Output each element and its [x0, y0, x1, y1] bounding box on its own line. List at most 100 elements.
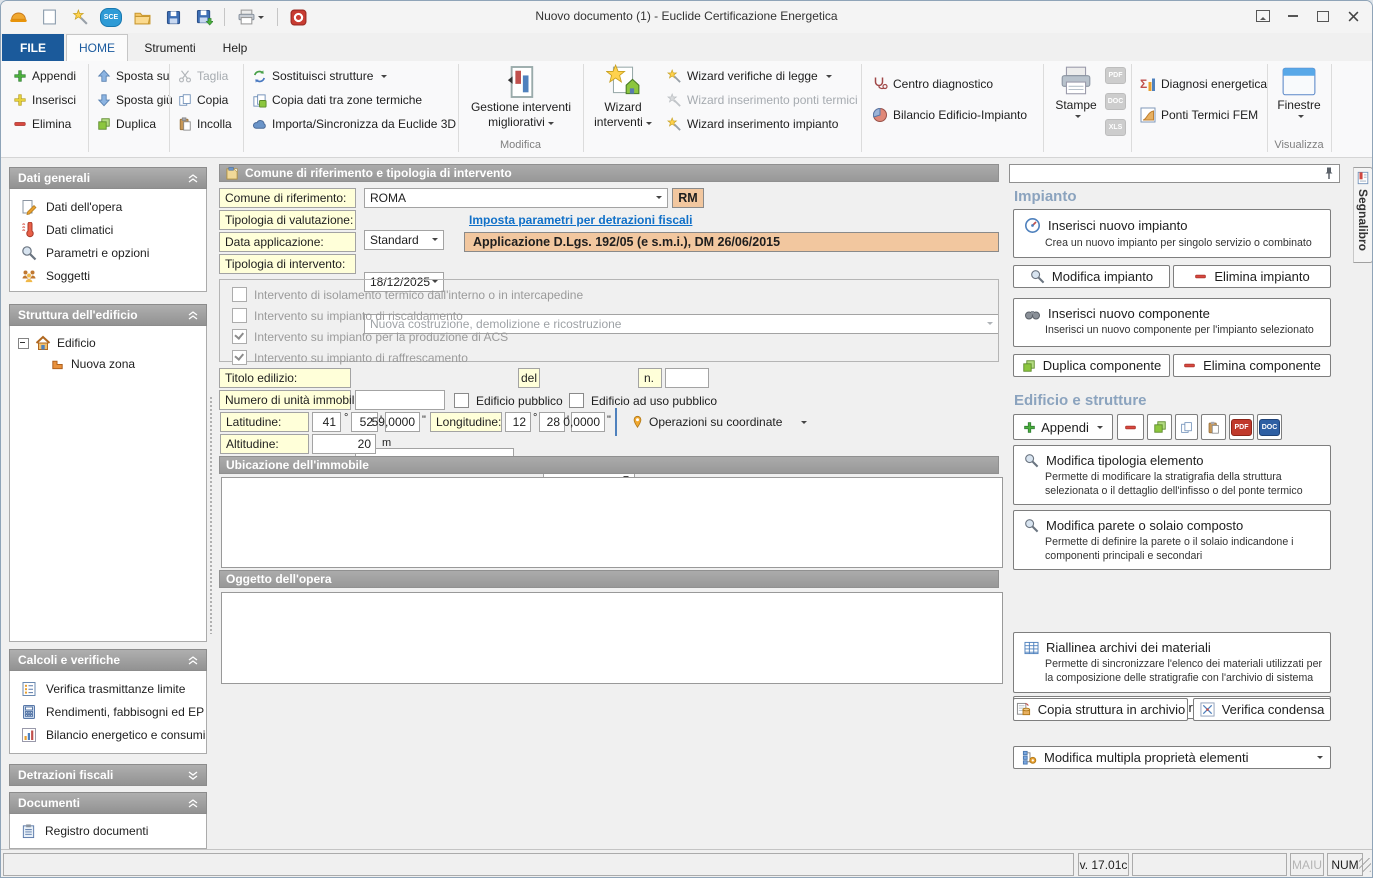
panel-header-documenti[interactable]: Documenti	[9, 792, 207, 814]
sidebar-item-dati-opera[interactable]: Dati dell'opera	[10, 195, 206, 218]
wizard-star-icon	[667, 117, 682, 132]
ponti-termici-fem-button[interactable]: Ponti Termici FEM	[1136, 104, 1262, 126]
bilancio-edificio-impianto-button[interactable]: Bilancio Edificio-Impianto	[868, 104, 1031, 126]
appendi-struttura-button[interactable]: Appendi	[1013, 414, 1113, 440]
sidebar-item-trasmittanze[interactable]: Verifica trasmittanze limite	[10, 677, 206, 700]
altitudine-input[interactable]: 20	[312, 434, 376, 454]
button-title: Inserisci nuovo componente	[1048, 306, 1210, 321]
elimina-button[interactable]: Elimina	[9, 113, 75, 135]
wizard-verifiche-button[interactable]: Wizard verifiche di legge	[663, 65, 836, 87]
edificio-uso-pubblico-checkbox[interactable]: Edificio ad uso pubblico	[569, 393, 717, 408]
lon-deg-input[interactable]: 12	[505, 412, 531, 432]
panel-header-dati-generali[interactable]: Dati generali	[9, 167, 207, 189]
tree-expander-icon[interactable]	[18, 338, 29, 349]
scissors-icon	[178, 69, 192, 83]
operazioni-coordinate-button[interactable]: Operazioni su coordinate	[627, 411, 811, 433]
inserisci-impianto-button[interactable]: Inserisci nuovo impianto Crea un nuovo i…	[1013, 209, 1331, 258]
sidebar-item-parametri[interactable]: Parametri e opzioni	[10, 241, 206, 264]
sidebar-item-soggetti[interactable]: Soggetti	[10, 264, 206, 287]
pie-chart-icon	[872, 107, 888, 123]
gestione-label-1: Gestione interventi	[471, 100, 571, 115]
sidebar-item-dati-climatici[interactable]: Dati climatici	[10, 218, 206, 241]
paste-icon	[178, 117, 192, 131]
incolla-button[interactable]: Incolla	[174, 113, 236, 135]
tab-strumenti[interactable]: Strumenti	[134, 34, 206, 61]
gestione-interventi-button[interactable]: Gestione interventi migliorativi	[462, 64, 580, 130]
duplica-button[interactable]: Duplica	[93, 113, 160, 135]
inserisci-componente-button[interactable]: Inserisci nuovo componente Inserisci un …	[1013, 298, 1331, 347]
bookmark-icon	[1356, 171, 1370, 185]
sostituisci-strutture-button[interactable]: Sostituisci strutture	[248, 65, 391, 87]
close-button[interactable]	[1338, 1, 1368, 31]
sidebar-item-rendimenti[interactable]: Rendimenti, fabbisogni ed EP	[10, 700, 206, 723]
elimina-struttura-button[interactable]	[1117, 414, 1144, 440]
elimina-impianto-button[interactable]: Elimina impianto	[1173, 265, 1331, 288]
finestre-button[interactable]: Finestre	[1271, 64, 1327, 119]
sidebar-item-registro[interactable]: Registro documenti	[10, 819, 206, 842]
stampe-button[interactable]: Stampe	[1047, 64, 1105, 119]
diagnosi-energetica-button[interactable]: ΣDiagnosi energetica	[1136, 73, 1271, 95]
pushpin-icon[interactable]	[1323, 166, 1335, 181]
duplica-struttura-button[interactable]	[1147, 414, 1172, 440]
sposta-su-button[interactable]: Sposta su	[93, 65, 173, 87]
copia-dati-zone-button[interactable]: Copia dati tra zone termiche	[248, 89, 426, 111]
panel-header-detrazioni[interactable]: Detrazioni fiscali	[9, 764, 207, 786]
chevron-double-up-icon	[188, 656, 198, 665]
resize-grip[interactable]	[1359, 858, 1371, 872]
tree-node-edificio[interactable]: Edificio	[10, 326, 206, 351]
latitudine-label: Latitudine:	[220, 412, 309, 432]
thermometer-icon	[21, 222, 37, 238]
copia-struttura-archivio-button[interactable]: Copia struttura in archivio	[1013, 698, 1188, 721]
valutazione-combobox[interactable]: Standard	[364, 230, 444, 250]
tab-help[interactable]: Help	[211, 34, 259, 61]
wizard-interventi-button[interactable]: Wizard interventi	[587, 64, 659, 130]
ribbon-collapse-button[interactable]	[1248, 1, 1278, 31]
dropdown-caret	[1317, 756, 1323, 762]
ubicazione-textarea[interactable]	[221, 477, 1003, 568]
wizard-impianto-button[interactable]: Wizard inserimento impianto	[663, 113, 842, 135]
centro-diagnostico-button[interactable]: Centro diagnostico	[868, 73, 997, 95]
wizard-label-2: interventi	[594, 115, 652, 130]
esporta-doc-button[interactable]: DOC	[1257, 414, 1282, 440]
tipologia-intervento-label: Tipologia di intervento:	[219, 254, 356, 274]
sidebar-splitter[interactable]	[209, 396, 213, 634]
sidebar-item-bilancio-energetico[interactable]: Bilancio energetico e consumi	[10, 723, 206, 746]
detrazioni-fiscali-link[interactable]: Imposta parametri per detrazioni fiscali	[469, 213, 692, 227]
modifica-parete-button[interactable]: Modifica parete o solaio composto Permet…	[1013, 510, 1331, 570]
elimina-componente-button[interactable]: Elimina componente	[1173, 354, 1331, 377]
duplica-componente-button[interactable]: Duplica componente	[1013, 354, 1170, 377]
lat-sec-input[interactable]: 59,0000	[385, 412, 420, 432]
tab-file[interactable]: FILE	[2, 34, 64, 61]
paste-icon	[1207, 421, 1220, 434]
riallinea-archivi-button[interactable]: Riallinea archivi dei materiali Permette…	[1013, 632, 1331, 693]
panel-header-calcoli[interactable]: Calcoli e verifiche	[9, 649, 207, 671]
verifica-condensa-button[interactable]: Verifica condensa	[1193, 698, 1331, 721]
maximize-button[interactable]	[1308, 1, 1338, 31]
oggetto-textarea[interactable]	[221, 592, 1003, 684]
modifica-multipla-button[interactable]: Modifica multipla proprietà elementi	[1013, 746, 1331, 769]
tree-node-nuova-zona[interactable]: Nuova zona	[10, 351, 206, 371]
titolo-numero-input[interactable]	[665, 368, 709, 388]
copia-button[interactable]: Copia	[174, 89, 232, 111]
segnalibro-tab[interactable]: Segnalibro	[1353, 167, 1373, 263]
lat-deg-input[interactable]: 41	[312, 412, 341, 432]
pdf-icon: PDF	[1231, 419, 1252, 436]
incolla-struttura-button[interactable]	[1201, 414, 1226, 440]
modifica-impianto-button[interactable]: Modifica impianto	[1013, 265, 1170, 288]
lon-sec-input[interactable]: 0,0000	[571, 412, 605, 432]
panel-header-struttura[interactable]: Struttura dell'edificio	[9, 304, 207, 326]
importa-euclide3d-button[interactable]: Importa/Sincronizza da Euclide 3D	[248, 113, 460, 135]
edificio-pubblico-checkbox[interactable]: Edificio pubblico	[454, 393, 563, 408]
minimize-button[interactable]	[1278, 1, 1308, 31]
appendi-button[interactable]: Appendi	[9, 65, 80, 87]
item-label: Dati climatici	[46, 223, 113, 237]
sposta-giu-button[interactable]: Sposta giù	[93, 89, 177, 111]
esporta-pdf-button[interactable]: PDF	[1229, 414, 1254, 440]
comune-combobox[interactable]: ROMA	[364, 188, 668, 208]
modifica-tipologia-button[interactable]: Modifica tipologia elemento Permette di …	[1013, 445, 1331, 505]
unita-input[interactable]	[355, 390, 445, 410]
inserisci-button[interactable]: Inserisci	[9, 89, 80, 111]
tab-home[interactable]: HOME	[66, 34, 128, 61]
lon-min-input[interactable]: 28	[539, 412, 565, 432]
copia-struttura-button[interactable]	[1175, 414, 1198, 440]
